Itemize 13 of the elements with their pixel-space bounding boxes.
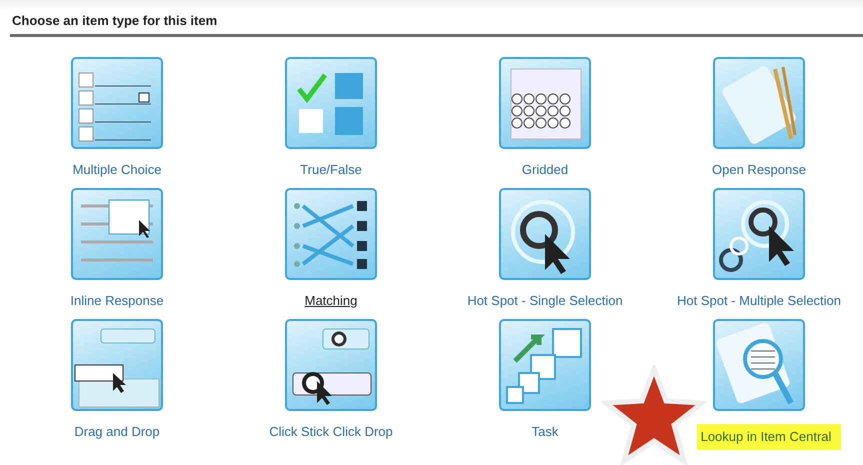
item-type-link[interactable]: Hot Spot - Multiple Selection [676,293,842,308]
item-type-link[interactable]: Inline Response [70,293,164,308]
item-type-link[interactable]: Lookup in Item Central [696,424,842,450]
item-type-link[interactable]: Open Response [712,162,806,177]
item-type-link[interactable]: Hot Spot - Single Selection [467,293,623,308]
item-type-link[interactable]: Multiple Choice [72,162,162,177]
dialog-title: Choose an item type for this item [11,12,218,30]
item-type-link[interactable]: Drag and Drop [74,424,160,439]
item-type-link[interactable]: Gridded [522,162,568,177]
item-type-link[interactable]: Task [532,424,558,439]
item-type-link[interactable]: Matching [304,293,358,308]
item-type-link[interactable]: True/False [300,162,362,177]
item-type-link[interactable]: Click Stick Click Drop [269,424,393,439]
